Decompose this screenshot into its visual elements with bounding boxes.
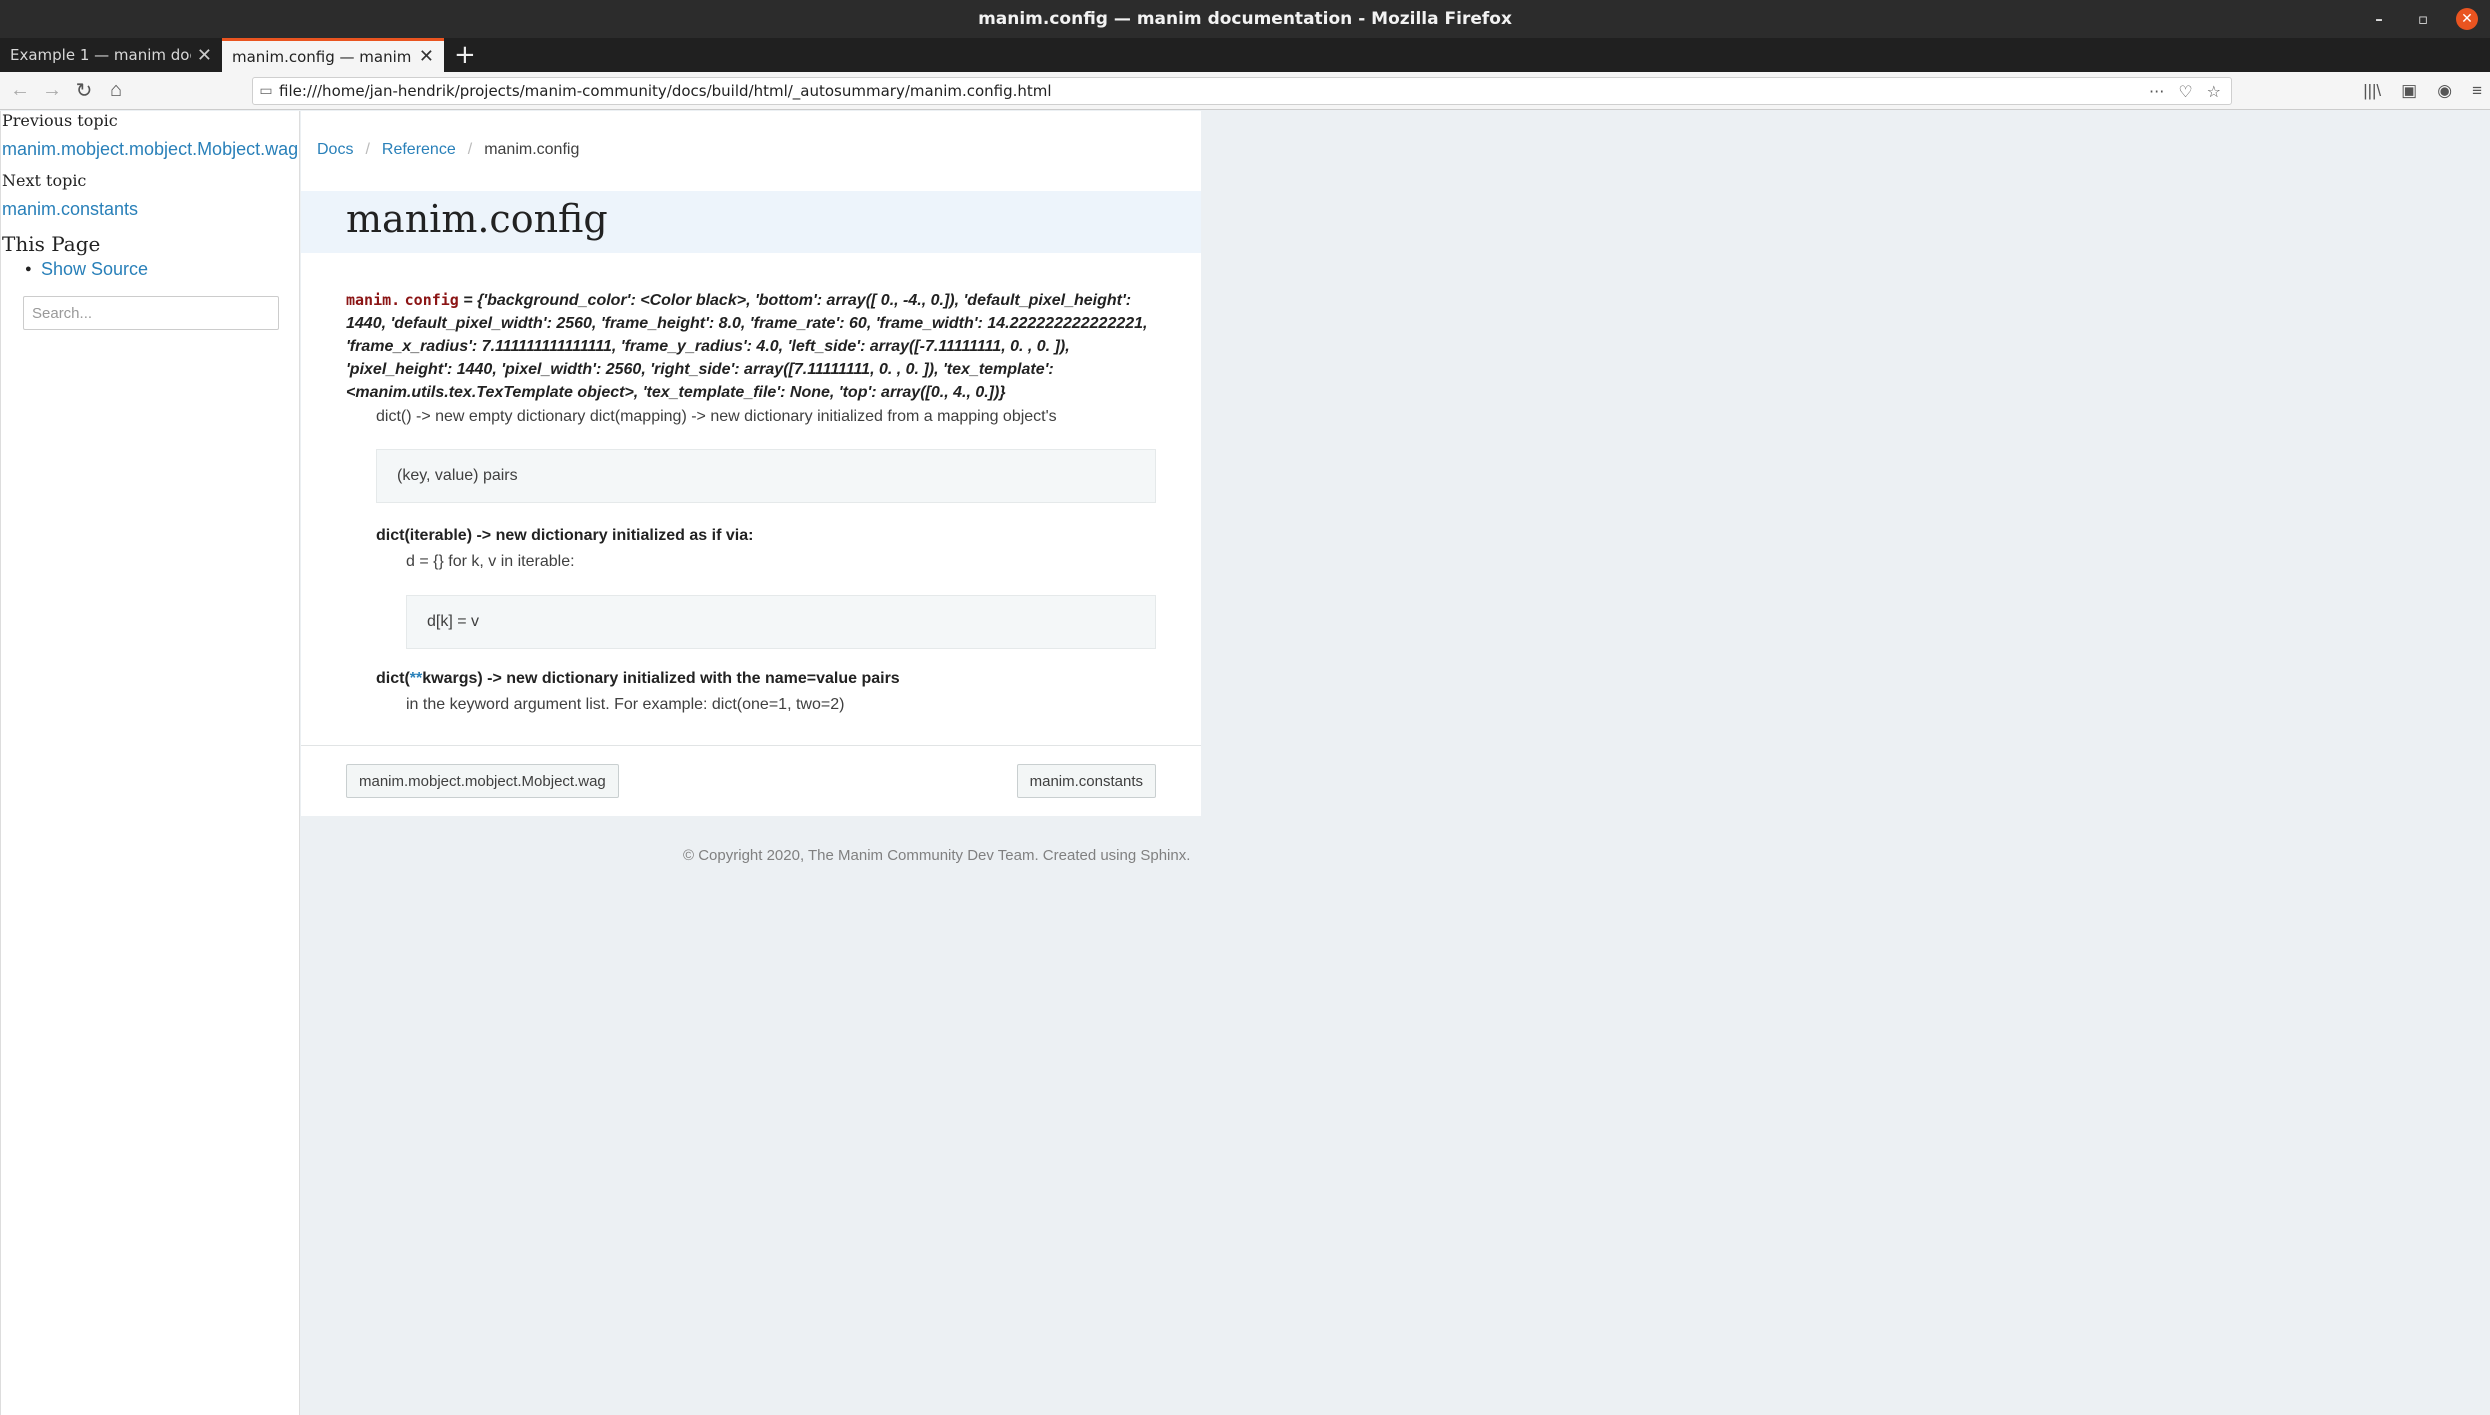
pocket-icon[interactable]: ♡	[2178, 82, 2192, 101]
description-line: dict() -> new empty dictionary dict(mapp…	[376, 408, 1057, 425]
minimize-icon[interactable]: –	[2368, 10, 2390, 28]
breadcrumb-current: manim.config	[484, 141, 580, 158]
iterable-line: d = {} for k, v in iterable:	[406, 553, 575, 570]
kwargs-line: in the keyword argument list. For exampl…	[406, 696, 845, 713]
footer-divider	[301, 745, 1201, 746]
page-title: manim.config	[346, 197, 608, 241]
signature-name: config	[404, 291, 459, 309]
config-signature: manim. config = {'background_color': <Co…	[346, 289, 1166, 404]
code-text: d[k] = v	[427, 613, 480, 630]
close-tab-icon[interactable]: ✕	[419, 46, 434, 67]
url-text[interactable]: file:///home/jan-hendrik/projects/manim-…	[279, 82, 2149, 100]
previous-topic-heading: Previous topic	[2, 111, 118, 130]
breadcrumb-reference[interactable]: Reference	[382, 141, 456, 158]
window-title: manim.config — manim documentation - Moz…	[978, 9, 1512, 29]
page-actions-icon[interactable]: ···	[2149, 82, 2164, 101]
iterable-heading: dict(iterable) -> new dictionary initial…	[376, 527, 754, 544]
tab-label: manim.config — manim documentation	[232, 47, 413, 66]
tab-example-1[interactable]: Example 1 — manim documentation ✕	[0, 38, 222, 72]
close-tab-icon[interactable]: ✕	[197, 45, 212, 66]
kwargs-stars: **	[409, 670, 423, 687]
show-source-item: Show Source	[25, 259, 148, 280]
breadcrumb: Docs / Reference / manim.config	[317, 141, 579, 159]
code-block: (key, value) pairs	[376, 449, 1156, 503]
show-source-link[interactable]: Show Source	[41, 259, 148, 279]
title-band: manim.config	[301, 191, 1201, 253]
window-controls: – ▫ ✕	[2368, 0, 2478, 38]
page-icon: ▭	[259, 83, 273, 99]
copyright: © Copyright 2020, The Manim Community De…	[683, 847, 1191, 864]
previous-topic-link[interactable]: manim.mobject.mobject.Mobject.wag	[2, 139, 298, 160]
previous-page-button[interactable]: manim.mobject.mobject.Mobject.wag	[346, 764, 619, 798]
next-topic-heading: Next topic	[2, 171, 87, 190]
kwargs-heading: dict(**kwargs) -> new dictionary initial…	[376, 670, 900, 688]
page-viewport: Previous topic manim.mobject.mobject.Mob…	[0, 111, 2490, 1415]
back-arrow-icon[interactable]: ←	[4, 79, 36, 102]
library-icon[interactable]: |||\	[2363, 81, 2381, 101]
window-titlebar: manim.config — manim documentation - Moz…	[0, 0, 2490, 38]
tab-bar: Example 1 — manim documentation ✕ manim.…	[0, 38, 2490, 72]
next-page-button[interactable]: manim.constants	[1016, 764, 1156, 798]
forward-arrow-icon[interactable]: →	[36, 79, 68, 102]
signature-module: manim.	[346, 291, 401, 309]
bookmark-star-icon[interactable]: ☆	[2207, 82, 2221, 101]
next-topic-link[interactable]: manim.constants	[2, 199, 138, 220]
kwargs-prefix: dict(	[376, 670, 410, 687]
account-icon[interactable]: ◉	[2437, 81, 2452, 101]
sidebar-toggle-icon[interactable]: ▣	[2401, 81, 2417, 101]
toolbar-right: |||\ ▣ ◉ ≡	[2363, 72, 2482, 110]
tab-label: Example 1 — manim documentation	[10, 46, 191, 64]
signature-value: = {'background_color': <Color black>, 'b…	[346, 292, 1148, 401]
url-bar[interactable]: ▭ file:///home/jan-hendrik/projects/mani…	[252, 77, 2232, 105]
breadcrumb-docs[interactable]: Docs	[317, 141, 353, 158]
url-actions: ··· ♡ ☆	[2149, 82, 2231, 101]
new-tab-button[interactable]: +	[444, 38, 486, 72]
restore-icon[interactable]: ▫	[2412, 10, 2434, 28]
code-block: d[k] = v	[406, 595, 1156, 649]
this-page-heading: This Page	[2, 232, 101, 256]
close-window-icon[interactable]: ✕	[2456, 8, 2478, 30]
code-text: (key, value) pairs	[397, 467, 518, 484]
kwargs-suffix: kwargs) -> new dictionary initialized wi…	[422, 670, 900, 687]
home-icon[interactable]: ⌂	[100, 79, 132, 102]
sidebar: Previous topic manim.mobject.mobject.Mob…	[0, 111, 300, 1415]
breadcrumb-separator: /	[365, 141, 370, 158]
breadcrumb-separator: /	[467, 141, 473, 158]
navigation-toolbar: ← → ↻ ⌂ ▭ file:///home/jan-hendrik/proje…	[0, 72, 2490, 110]
search-input[interactable]	[23, 296, 279, 330]
main-content: Docs / Reference / manim.config manim.config…	[301, 111, 1201, 816]
reload-icon[interactable]: ↻	[68, 78, 100, 103]
menu-icon[interactable]: ≡	[2472, 81, 2482, 101]
tab-manim-config[interactable]: manim.config — manim documentation ✕	[222, 38, 444, 72]
